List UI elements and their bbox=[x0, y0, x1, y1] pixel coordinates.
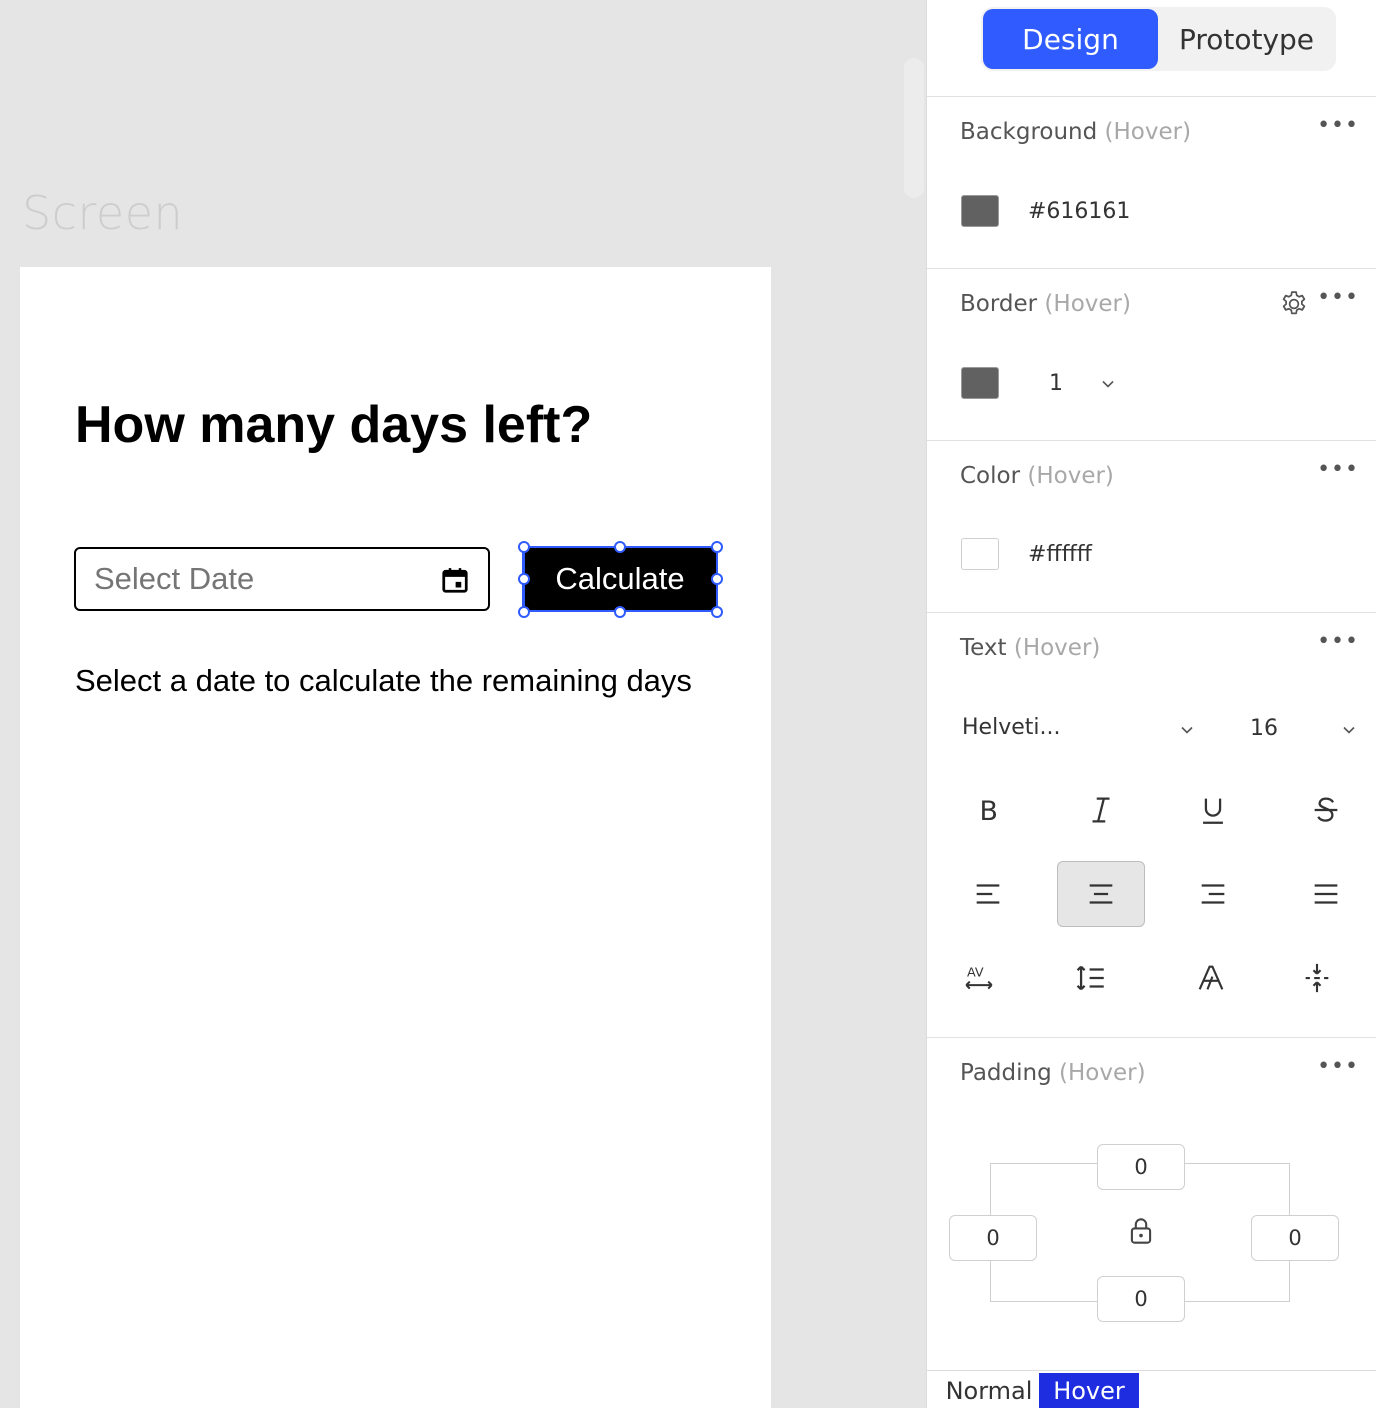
frame-label[interactable]: Screen bbox=[22, 186, 183, 240]
mode-toggle: Design Prototype bbox=[981, 7, 1336, 71]
tab-prototype[interactable]: Prototype bbox=[1159, 9, 1334, 69]
canvas-scrollbar[interactable] bbox=[904, 58, 924, 198]
text-outline-button[interactable] bbox=[1167, 945, 1255, 1011]
font-size-select[interactable]: 16 bbox=[1250, 716, 1278, 741]
line-height-button[interactable] bbox=[1047, 945, 1135, 1011]
properties-panel: Design Prototype Background (Hover) ••• … bbox=[926, 0, 1376, 1408]
state-label: (Hover) bbox=[1059, 1060, 1146, 1086]
resize-handle-top-left[interactable] bbox=[518, 541, 530, 553]
strikethrough-icon bbox=[1314, 797, 1338, 822]
design-canvas[interactable]: Screen How many days left? Select Date C… bbox=[0, 0, 926, 1408]
tab-hover[interactable]: Hover bbox=[1039, 1373, 1139, 1408]
date-input-placeholder: Select Date bbox=[94, 561, 255, 596]
align-right-icon bbox=[1201, 884, 1225, 904]
underline-icon bbox=[1203, 798, 1223, 824]
app-title[interactable]: How many days left? bbox=[75, 395, 592, 455]
date-input[interactable]: Select Date bbox=[74, 547, 490, 611]
chevron-down-icon[interactable] bbox=[1101, 377, 1115, 391]
helper-text[interactable]: Select a date to calculate the remaining… bbox=[75, 663, 692, 699]
bold-icon: B bbox=[980, 796, 998, 827]
more-options-icon[interactable]: ••• bbox=[1317, 285, 1359, 310]
align-center-icon bbox=[1089, 884, 1113, 904]
more-options-icon[interactable]: ••• bbox=[1317, 457, 1359, 482]
text-title-label: Text bbox=[960, 635, 1007, 661]
state-label: (Hover) bbox=[1044, 291, 1131, 317]
font-family-chevron-down-icon[interactable] bbox=[1180, 723, 1194, 737]
tab-design[interactable]: Design bbox=[983, 9, 1158, 69]
vertical-spacing-icon bbox=[1305, 963, 1329, 993]
strikethrough-button[interactable] bbox=[1282, 777, 1370, 843]
background-hex-value[interactable]: #616161 bbox=[1028, 199, 1130, 224]
calendar-icon[interactable] bbox=[440, 565, 470, 595]
line-height-icon bbox=[1076, 965, 1104, 991]
svg-text:AV: AV bbox=[967, 966, 984, 981]
text-color-hex-value[interactable]: #ffffff bbox=[1028, 542, 1092, 567]
svg-text:B: B bbox=[980, 796, 998, 827]
state-label: (Hover) bbox=[1104, 119, 1192, 145]
align-justify-button[interactable] bbox=[1282, 861, 1370, 927]
background-section: Background (Hover) ••• #616161 bbox=[927, 96, 1376, 268]
resize-handle-bottom[interactable] bbox=[614, 606, 626, 618]
text-outline-icon bbox=[1198, 965, 1224, 990]
padding-top-input[interactable]: 0 bbox=[1097, 1144, 1185, 1190]
background-color-swatch[interactable] bbox=[961, 195, 999, 227]
resize-handle-right[interactable] bbox=[711, 573, 723, 585]
border-title: Border (Hover) bbox=[960, 291, 1131, 317]
letter-spacing-button[interactable]: AV bbox=[935, 945, 1023, 1011]
text-color-swatch[interactable] bbox=[961, 538, 999, 570]
border-title-label: Border bbox=[960, 291, 1038, 317]
resize-handle-left[interactable] bbox=[518, 573, 530, 585]
color-title: Color (Hover) bbox=[960, 463, 1114, 489]
resize-handle-bottom-right[interactable] bbox=[711, 606, 723, 618]
padding-title: Padding (Hover) bbox=[960, 1060, 1146, 1086]
font-family-select[interactable]: Helveti... bbox=[962, 715, 1060, 740]
color-section: Color (Hover) ••• #ffffff bbox=[927, 440, 1376, 612]
border-section: Border (Hover) ••• 1 bbox=[927, 268, 1376, 440]
background-title-label: Background bbox=[960, 119, 1098, 145]
align-center-button[interactable] bbox=[1057, 861, 1145, 927]
letter-spacing-icon: AV bbox=[965, 966, 993, 990]
more-options-icon[interactable]: ••• bbox=[1317, 629, 1359, 654]
italic-icon bbox=[1092, 797, 1110, 823]
padding-title-label: Padding bbox=[960, 1060, 1052, 1086]
padding-section: Padding (Hover) ••• 0 0 0 0 bbox=[927, 1037, 1376, 1370]
align-justify-icon bbox=[1314, 884, 1338, 904]
state-label: (Hover) bbox=[1027, 463, 1114, 489]
border-width-value[interactable]: 1 bbox=[1049, 371, 1063, 396]
calculate-button[interactable]: Calculate bbox=[522, 546, 718, 612]
resize-handle-bottom-left[interactable] bbox=[518, 606, 530, 618]
resize-handle-top-right[interactable] bbox=[711, 541, 723, 553]
tab-normal[interactable]: Normal bbox=[939, 1373, 1039, 1408]
background-title: Background (Hover) bbox=[960, 119, 1191, 145]
padding-left-input[interactable]: 0 bbox=[949, 1215, 1037, 1261]
resize-handle-top[interactable] bbox=[614, 541, 626, 553]
state-label: (Hover) bbox=[1013, 635, 1101, 661]
font-size-chevron-down-icon[interactable] bbox=[1342, 723, 1356, 737]
bold-button[interactable]: B bbox=[944, 777, 1032, 843]
text-section: Text (Hover) ••• Helveti... 16 B AV bbox=[927, 612, 1376, 1037]
more-options-icon[interactable]: ••• bbox=[1317, 113, 1359, 138]
state-tabs: Normal Hover bbox=[927, 1370, 1376, 1408]
lock-icon[interactable] bbox=[1128, 1215, 1154, 1247]
padding-right-input[interactable]: 0 bbox=[1251, 1215, 1339, 1261]
more-options-icon[interactable]: ••• bbox=[1317, 1054, 1359, 1079]
text-title: Text (Hover) bbox=[960, 635, 1100, 661]
align-left-button[interactable] bbox=[944, 861, 1032, 927]
padding-bottom-input[interactable]: 0 bbox=[1097, 1276, 1185, 1322]
gear-icon[interactable] bbox=[1279, 289, 1309, 319]
align-right-button[interactable] bbox=[1169, 861, 1257, 927]
color-title-label: Color bbox=[960, 463, 1021, 489]
screen-frame[interactable]: How many days left? Select Date Calculat… bbox=[20, 267, 771, 1408]
border-color-swatch[interactable] bbox=[961, 367, 999, 399]
vertical-spacing-button[interactable] bbox=[1273, 945, 1361, 1011]
underline-button[interactable] bbox=[1169, 777, 1257, 843]
align-left-icon bbox=[976, 884, 1000, 904]
italic-button[interactable] bbox=[1057, 777, 1145, 843]
